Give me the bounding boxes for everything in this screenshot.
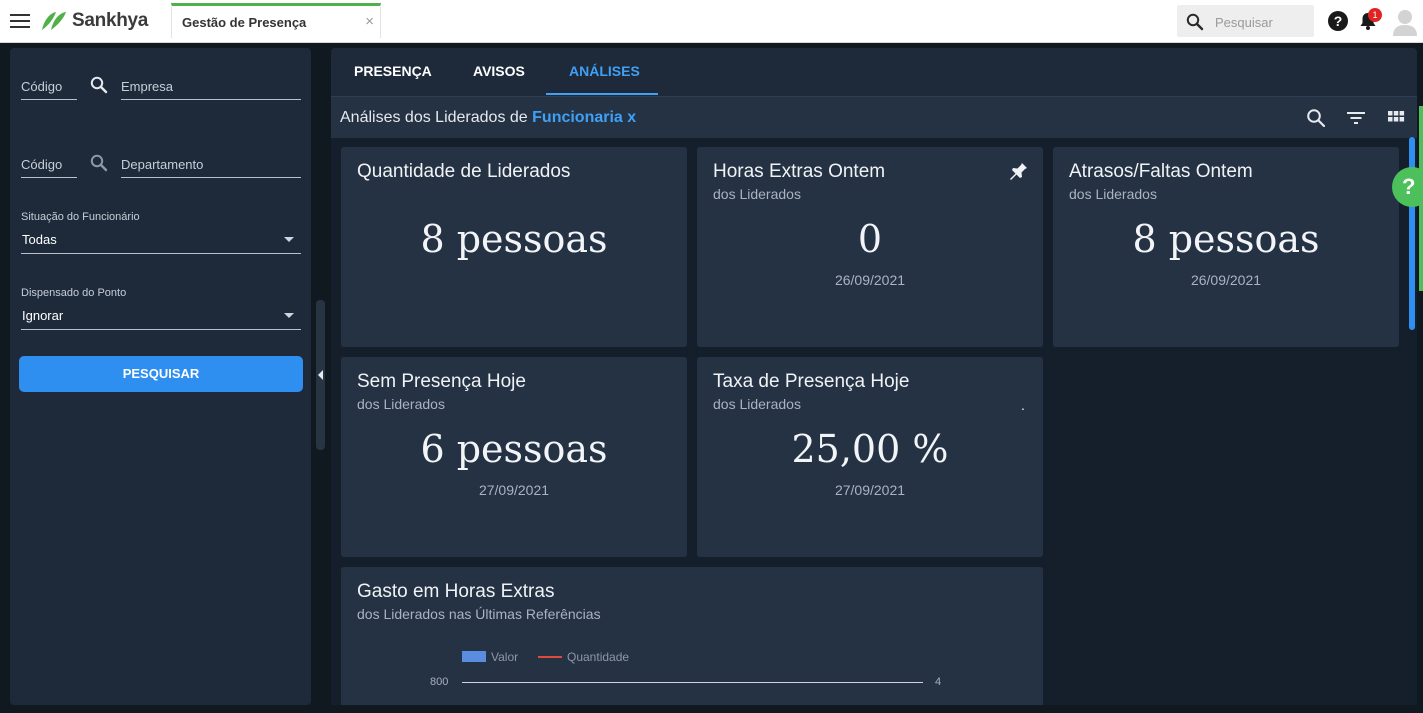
pin-icon[interactable] [1007,159,1029,181]
card-title: Atrasos/Faltas Ontem [1069,161,1253,182]
app-tab-gestao-presenca[interactable]: Gestão de Presença × [171,3,381,38]
global-search[interactable] [1177,5,1314,37]
legend-swatch-quantidade [538,656,562,658]
chevron-down-icon [284,237,294,242]
departamento-code-label: Código [21,157,63,172]
search-icon[interactable] [1306,108,1326,128]
sankhya-leaf-icon [42,12,66,30]
empresa-field[interactable] [121,99,301,100]
card-atrasos-faltas-ontem[interactable]: Atrasos/Faltas Ontem dos Liderados 8 pes… [1053,147,1399,347]
brand-name: Sankhya [72,10,149,31]
card-subtitle: dos Liderados [713,186,801,202]
dispensado-caption: Dispensado do Ponto [21,287,127,299]
card-horas-extras-ontem[interactable]: Horas Extras Ontem dos Liderados 0 26/09… [697,147,1043,347]
app-tab-label: Gestão de Presença [182,15,307,30]
card-subtitle: dos Liderados [713,396,801,412]
card-taxa-presenca-hoje[interactable]: Taxa de Presença Hoje dos Liderados . 25… [697,357,1043,557]
main-content: PRESENÇA AVISOS ANÁLISES Análises dos Li… [331,48,1417,705]
empresa-label: Empresa [121,79,174,94]
close-icon[interactable]: × [365,13,374,30]
card-value: 25,00 % [791,427,949,471]
menu-icon[interactable] [10,14,30,28]
chart-title: Gasto em Horas Extras [357,581,555,602]
legend-label-valor[interactable]: Valor [491,650,518,664]
pesquisar-button[interactable]: PESQUISAR [19,356,303,392]
card-value: 6 pessoas [420,427,608,471]
dispensado-value: Ignorar [22,308,64,323]
card-title: Sem Presença Hoje [357,371,526,392]
card-date: 27/09/2021 [834,482,906,498]
chart-subtitle: dos Liderados nas Últimas Referências [357,606,601,622]
chart-grid-line [462,682,923,683]
dispensado-select[interactable]: Ignorar [21,304,301,330]
tab-avisos[interactable]: AVISOS [473,63,525,79]
situacao-value: Todas [22,232,57,247]
card-value: 8 pessoas [420,217,608,261]
card-subtitle: dos Liderados [357,396,445,412]
card-date: 27/09/2021 [478,482,550,498]
dispensado-underline [21,329,301,330]
card-subtitle: dos Liderados [1069,186,1157,202]
card-value: 0 [857,217,883,261]
chevron-left-icon[interactable] [318,370,323,380]
card-quantidade-liderados[interactable]: Quantidade de Liderados 8 pessoas [341,147,687,347]
avatar[interactable] [1392,8,1418,36]
search-icon[interactable] [90,76,108,94]
y-axis-right-tick: 4 [935,676,942,688]
top-bar: Sankhya Gestão de Presença × ? 1 [0,0,1423,43]
analysis-title-prefix: Análises dos Liderados de [340,109,528,126]
departamento-label: Departamento [121,157,204,172]
sankhya-logo[interactable]: Sankhya [40,8,148,34]
notification-badge: 1 [1368,8,1382,22]
analysis-title: Análises dos Liderados de Funcionaria x [340,109,636,127]
card-marker: . [1021,397,1025,413]
tab-presenca[interactable]: PRESENÇA [354,63,432,79]
card-title: Quantidade de Liderados [357,161,571,182]
grid-view-icon[interactable] [1386,108,1406,128]
situacao-underline [21,253,301,254]
legend-label-quantidade[interactable]: Quantidade [567,650,629,664]
empresa-code-label: Código [21,79,63,94]
chevron-down-icon [284,313,294,318]
card-gasto-horas-extras[interactable]: Gasto em Horas Extras dos Liderados nas … [341,567,1043,705]
situacao-select[interactable]: Todas [21,228,301,254]
legend-swatch-valor [462,651,486,662]
y-axis-left-tick: 800 [430,676,449,688]
scrollbar[interactable] [1409,137,1415,330]
filter-panel: Código Empresa Código Departamento Situa… [10,48,311,705]
departamento-field[interactable] [121,177,301,178]
departamento-code-field[interactable] [21,177,77,178]
card-date: 26/09/2021 [834,272,906,288]
card-title: Horas Extras Ontem [713,161,886,182]
active-tab-indicator [546,93,658,95]
card-date: 26/09/2021 [1190,272,1262,288]
leader-name[interactable]: Funcionaria x [532,109,636,126]
card-value: 8 pessoas [1132,217,1320,261]
card-title: Taxa de Presença Hoje [713,371,910,392]
search-icon[interactable] [90,154,108,172]
help-icon[interactable]: ? [1328,11,1348,31]
tab-analises[interactable]: ANÁLISES [569,63,640,79]
search-icon [1186,13,1204,31]
situacao-caption: Situação do Funcionário [21,211,140,223]
empresa-code-field[interactable] [21,99,77,100]
card-sem-presenca-hoje[interactable]: Sem Presença Hoje dos Liderados 6 pessoa… [341,357,687,557]
section-tabs: PRESENÇA AVISOS ANÁLISES [331,48,1417,96]
filter-icon[interactable] [1346,108,1366,128]
analysis-header: Análises dos Liderados de Funcionaria x [331,96,1417,138]
search-input[interactable] [1213,12,1312,32]
